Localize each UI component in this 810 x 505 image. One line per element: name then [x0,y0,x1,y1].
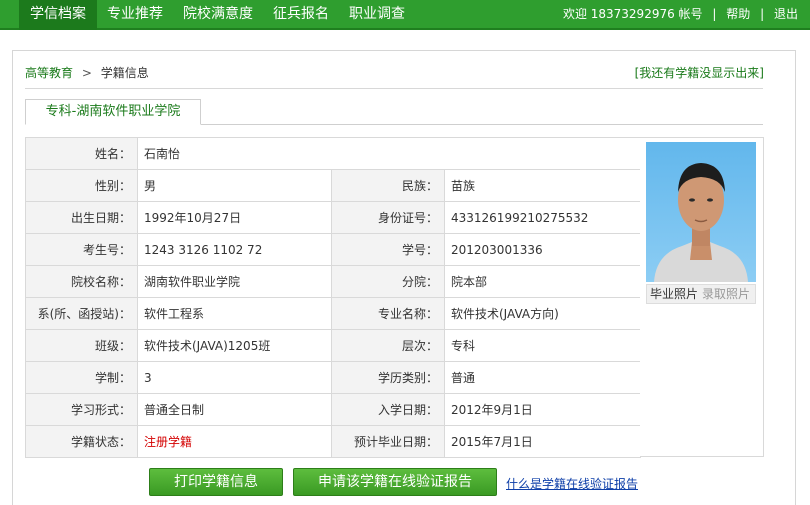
school-name-value: 湖南软件职业学院 [137,265,332,298]
gender-value: 男 [137,169,332,202]
table-row: 学习形式： 普通全日制 入学日期： 2012年9月1日 [25,393,642,426]
person-photo-icon [654,163,748,282]
table-row: 姓名： 石南怡 [25,137,642,170]
birth-date-label: 出生日期： [25,201,138,234]
divider [25,88,763,89]
enrollment-date-label: 入学日期： [331,393,445,426]
nav-item-enlistment[interactable]: 征兵报名 [273,0,329,30]
exam-number-value: 1243 3126 1102 72 [137,233,332,266]
level-label: 层次： [331,329,445,362]
welcome-account-link[interactable]: 欢迎 18373292976 帐号 [563,7,703,21]
birth-date-value: 1992年10月27日 [137,201,332,234]
name-value: 石南怡 [136,137,642,170]
exam-number-label: 考生号： [25,233,138,266]
ethnicity-value: 苗族 [443,169,642,202]
divider: | [760,7,765,21]
department-value: 软件工程系 [137,297,332,330]
branch-value: 院本部 [443,265,642,298]
study-form-value: 普通全日制 [137,393,332,426]
breadcrumb: 高等教育 > 学籍信息 [25,64,149,81]
department-label: 系(所、函授站)： [25,297,138,330]
class-value: 软件技术(JAVA)1205班 [137,329,332,362]
branch-label: 分院： [331,265,445,298]
user-area: 欢迎 18373292976 帐号 | 帮助 | 退出 [563,0,798,30]
id-number-label: 身份证号： [331,201,445,234]
breadcrumb-current: 学籍信息 [100,66,149,80]
school-name-label: 院校名称： [25,265,138,298]
table-row: 院校名称： 湖南软件职业学院 分院： 院本部 [25,265,642,298]
tab-school-record[interactable]: 专科-湖南软件职业学院 [25,99,201,125]
help-link[interactable]: 帮助 [726,7,750,21]
graduation-date-value: 2015年7月1日 [443,425,642,458]
level-value: 专科 [443,329,642,362]
table-row: 系(所、函授站)： 软件工程系 专业名称： 软件技术(JAVA方向) [25,297,642,330]
name-label: 姓名： [25,137,138,170]
missing-record-link[interactable]: [我还有学籍没显示出来] [635,64,764,81]
table-row: 考生号： 1243 3126 1102 72 学号： 201203001336 [25,233,642,266]
breadcrumb-home-link[interactable]: 高等教育 [25,66,73,80]
table-row: 学籍状态： 注册学籍 预计毕业日期： 2015年7月1日 [25,425,642,458]
top-nav-bar: 学信档案 专业推荐 院校满意度 征兵报名 职业调查 欢迎 18373292976… [0,0,810,30]
student-info-table: 姓名： 石南怡 性别： 男 民族： 苗族 出生日期： 1992年10月27日 身… [25,137,642,458]
id-number-value: 433126199210275532 [443,201,642,234]
divider: | [712,7,717,21]
class-label: 班级： [25,329,138,362]
table-row: 班级： 软件技术(JAVA)1205班 层次： 专科 [25,329,642,362]
enrollment-date-value: 2012年9月1日 [443,393,642,426]
student-number-value: 201203001336 [443,233,642,266]
duration-value: 3 [137,361,332,394]
table-row: 性别： 男 民族： 苗族 [25,169,642,202]
gender-label: 性别： [25,169,138,202]
verification-report-help-link[interactable]: 什么是学籍在线验证报告 [506,475,638,492]
graduation-photo-label: 毕业照片 [650,287,699,301]
apply-verification-report-button[interactable]: 申请该学籍在线验证报告 [293,468,497,496]
nav-item-school-satisfaction[interactable]: 院校满意度 [183,0,253,30]
student-photo [646,142,756,282]
status-label: 学籍状态： [25,425,138,458]
degree-category-value: 普通 [443,361,642,394]
degree-category-label: 学历类别： [331,361,445,394]
major-label: 专业名称： [331,297,445,330]
graduation-date-label: 预计毕业日期： [331,425,445,458]
breadcrumb-separator: > [81,66,92,80]
logout-link[interactable]: 退出 [774,7,798,21]
duration-label: 学制： [25,361,138,394]
table-row: 学制： 3 学历类别： 普通 [25,361,642,394]
nav-item-xuexin-archive[interactable]: 学信档案 [19,0,97,30]
table-row: 出生日期： 1992年10月27日 身份证号： 4331261992102755… [25,201,642,234]
nav-item-career-survey[interactable]: 职业调查 [349,0,405,30]
print-record-button[interactable]: 打印学籍信息 [149,468,283,496]
study-form-label: 学习形式： [25,393,138,426]
major-value: 软件技术(JAVA方向) [443,297,642,330]
ethnicity-label: 民族： [331,169,445,202]
photo-caption: 毕业照片 录取照片 [646,284,756,304]
student-number-label: 学号： [331,233,445,266]
status-value: 注册学籍 [137,425,332,458]
admission-photo-label: 录取照片 [702,287,751,301]
nav-item-major-recommend[interactable]: 专业推荐 [107,0,163,30]
